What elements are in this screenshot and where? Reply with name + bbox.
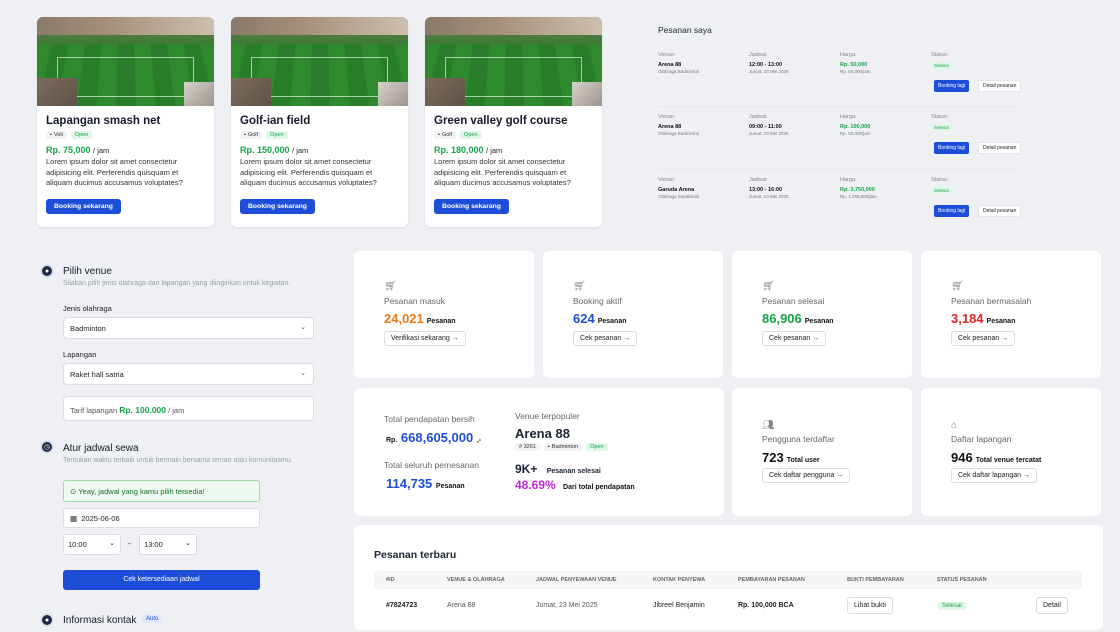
venue-image <box>425 17 602 106</box>
user-icon: ● <box>40 613 54 627</box>
venue-card: Golf-ian field ▪ Golf Open Rp. 150,000 / j… <box>231 17 408 227</box>
verify-button[interactable]: Verifikasi sekarang → <box>384 331 466 346</box>
booking-button[interactable]: Booking sekarang <box>240 198 315 214</box>
location-icon: ● <box>40 264 54 278</box>
detail-button[interactable]: Detail <box>1036 597 1068 614</box>
order-detail-button[interactable]: Detail pesanan <box>978 80 1022 92</box>
step-title: Atur jadwal sewa <box>63 443 139 454</box>
stat-card: 🛒︎ Pesanan selesai 86,906 Pesanan Cek pes… <box>732 251 912 378</box>
table-header: #ID VENUE & OLAHRAGA JADWAL PENYEWAAN VE… <box>374 571 1082 589</box>
status-badge: Selesai <box>931 187 952 194</box>
booking-button[interactable]: Booking sekarang <box>434 198 509 214</box>
venue-image <box>37 17 214 106</box>
sport-tag: ▪ Badminton <box>543 443 583 451</box>
users-card: 👥︎ Pengguna terdaftar 723 Total user Cek … <box>732 388 912 516</box>
chevron-down-icon: ⌄ <box>300 324 306 331</box>
step-subtitle: Tentukan waktu terbaik untuk bermain ber… <box>63 457 293 464</box>
step-subtitle: Silakan pilih jenis olahraga dan lapanga… <box>63 280 291 287</box>
status-badge: Open <box>586 443 608 451</box>
stat-card: 🛒︎ Booking aktif 624 Pesanan Cek pesanan … <box>543 251 723 378</box>
time-separator: - <box>128 539 131 548</box>
recent-orders-table: Pesanan terbaru #ID VENUE & OLAHRAGA JAD… <box>354 525 1103 630</box>
income-value: Rp. 668,605,000 ,- <box>386 430 482 445</box>
check-orders-button[interactable]: Cek pesanan → <box>573 331 638 346</box>
chevron-down-icon: ⌄ <box>300 370 306 377</box>
status-badge: Open <box>460 131 482 139</box>
date-input[interactable]: ▦ 2025-06-06 <box>63 508 260 528</box>
status-badge: Open <box>70 131 93 139</box>
calendar-icon: ▦ <box>70 514 78 523</box>
sport-icon: ▪ <box>50 132 52 138</box>
book-again-button[interactable]: Booking lagi <box>934 80 970 92</box>
sport-icon: ▪ <box>438 132 440 138</box>
sport-icon: ▪ <box>244 132 246 138</box>
step-title: Informasi kontak <box>63 615 137 626</box>
order-detail-button[interactable]: Detail pesanan <box>978 205 1022 217</box>
order-detail-button[interactable]: Detail pesanan <box>978 142 1022 154</box>
booking-form: ● Pilih venue Silakan pilih jenis olahra… <box>36 252 326 632</box>
venue-name: Lapangan smash net <box>46 115 161 127</box>
status-badge: Selesai <box>931 124 952 131</box>
user-list-button[interactable]: Cek daftar pengguna → <box>762 468 851 483</box>
courts-card: ⌂ Daftar lapangan 946 Total venue tercata… <box>921 388 1101 516</box>
sport-select[interactable]: Badminton ⌄ <box>63 317 314 339</box>
total-orders-value: 114,735 Pesanan <box>386 476 465 491</box>
status-badge: Open <box>266 131 288 139</box>
totals-card: Total pendapatan bersih Rp. 668,605,000 … <box>354 388 724 516</box>
check-availability-button[interactable]: Cek ketersediaan jadwal <box>63 570 260 590</box>
venue-card: Lapangan smash net ▪ Voli Open Rp. 75,000 … <box>37 17 214 227</box>
venue-name: Golf-ian field <box>240 115 311 127</box>
venue-name: Green valley golf course <box>434 115 568 127</box>
field-select[interactable]: Raket hall satria ⌄ <box>63 363 314 385</box>
chevron-down-icon: ⌄ <box>109 540 115 547</box>
field-label: Lapangan <box>63 350 97 359</box>
my-orders-panel: Pesanan saya Venue: Arena 88 Olahraga Badm… <box>648 14 1118 228</box>
venue-price: Rp. 180,000 <box>434 145 484 155</box>
sport-label: Jenis olahraga <box>63 304 112 313</box>
orders-title: Pesanan saya <box>658 25 712 35</box>
sport-tag: ▪ Voli <box>46 131 67 139</box>
popular-venue-name: Arena 88 <box>515 426 570 441</box>
check-circle-icon: ⊙ <box>70 487 77 496</box>
tarif-display: Tarif lapangan Rp. 100.000 / jam <box>63 396 314 421</box>
cart-icon: 🛒︎ <box>573 281 586 292</box>
book-again-button[interactable]: Booking lagi <box>934 205 970 217</box>
court-list-button[interactable]: Cek daftar lapangan → <box>951 468 1037 483</box>
end-time-select[interactable]: 13:00 ⌄ <box>139 534 197 555</box>
court-icon: ⌂ <box>951 420 958 431</box>
venue-id-tag: # 3261 <box>515 443 540 451</box>
table-title: Pesanan terbaru <box>374 549 457 561</box>
venue-desc: Lorem ipsum dolor sit amet consectetur a… <box>46 157 183 187</box>
venue-card: Green valley golf course ▪ Golf Open Rp. 1… <box>425 17 602 227</box>
book-again-button[interactable]: Booking lagi <box>934 142 970 154</box>
clock-icon: ◷ <box>40 440 54 454</box>
venue-image <box>231 17 408 106</box>
venue-desc: Lorem ipsum dolor sit amet consectetur a… <box>240 157 377 187</box>
cart-icon: 🛒︎ <box>384 281 397 292</box>
sport-icon: ▪ <box>547 444 550 450</box>
sport-tag: ▪ Golf <box>240 131 263 139</box>
venue-price: Rp. 150,000 <box>240 145 290 155</box>
chevron-down-icon: ⌄ <box>185 540 191 547</box>
divider <box>658 106 1021 107</box>
availability-alert: ⊙ Yeay, jadwal yang kamu pilih tersedia! <box>63 480 260 502</box>
stat-card: 🛒︎ Pesanan masuk 24,021 Pesanan Verifikas… <box>354 251 534 378</box>
divider <box>658 169 1021 170</box>
check-orders-button[interactable]: Cek pesanan → <box>762 331 827 346</box>
check-orders-button[interactable]: Cek pesanan → <box>951 331 1016 346</box>
cart-icon: 🛒︎ <box>762 281 775 292</box>
view-proof-button[interactable]: Lihat bukti <box>847 597 893 614</box>
step-title: Pilih venue <box>63 266 112 277</box>
stat-card: 🛒︎ Pesanan bermasalah 3,184 Pesanan Cek p… <box>921 251 1101 378</box>
status-badge: Selesai <box>938 602 966 610</box>
users-icon: 👥︎ <box>762 420 775 431</box>
start-time-select[interactable]: 10:00 ⌄ <box>63 534 121 555</box>
auto-badge: Auto <box>142 615 163 623</box>
venue-price: Rp. 75,000 <box>46 145 91 155</box>
cart-icon: 🛒︎ <box>951 281 964 292</box>
status-badge: Selesai <box>931 62 952 69</box>
booking-button[interactable]: Booking sekarang <box>46 198 121 214</box>
venue-desc: Lorem ipsum dolor sit amet consectetur a… <box>434 157 571 187</box>
sport-tag: ▪ Golf <box>434 131 457 139</box>
